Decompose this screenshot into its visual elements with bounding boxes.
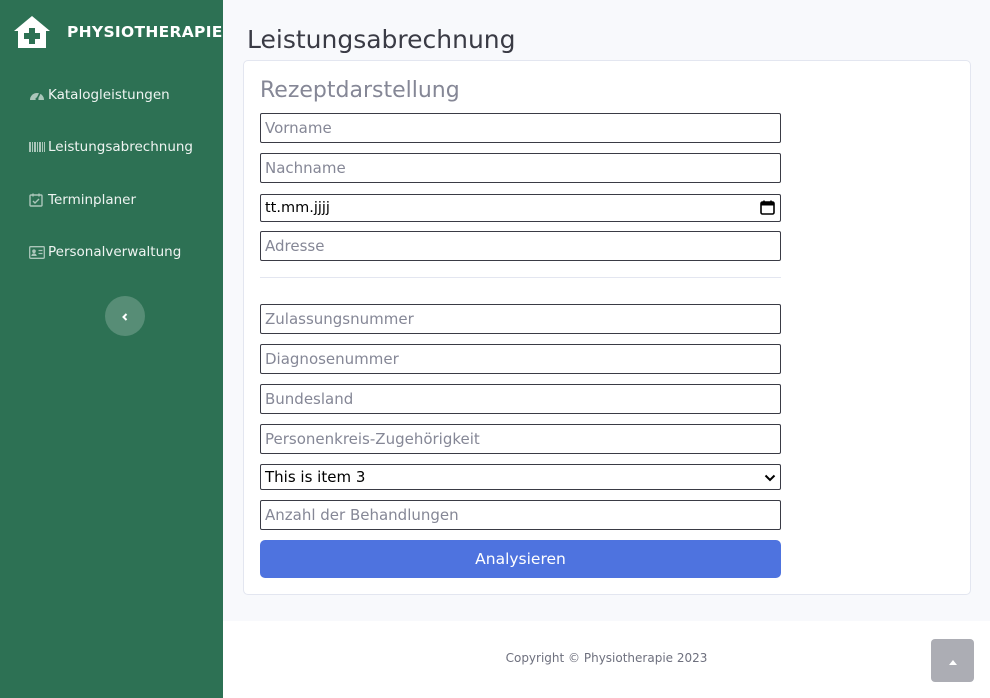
sidebar-item-label: Personalverwaltung [48, 244, 182, 260]
item-select[interactable]: This is item 3 [260, 464, 781, 490]
brand[interactable]: PHYSIOTHERAPIE [12, 14, 223, 50]
nachname-input[interactable] [265, 154, 776, 182]
house-medical-icon [12, 14, 52, 50]
anzahl-field[interactable] [260, 500, 781, 530]
analysieren-button[interactable]: Analysieren [260, 540, 781, 578]
personenkreis-input[interactable] [265, 425, 776, 453]
brand-name: PHYSIOTHERAPIE [67, 23, 223, 41]
id-card-icon [29, 245, 45, 259]
sidebar-item-label: Katalogleistungen [48, 87, 170, 103]
adresse-input[interactable] [265, 232, 776, 260]
footer: Copyright © Physiotherapie 2023 [223, 621, 990, 698]
select-value: This is item 3 [265, 468, 366, 486]
gauge-icon [29, 88, 45, 102]
sidebar-item-label: Terminplaner [48, 192, 137, 208]
card-title: Rezeptdarstellung [260, 78, 460, 103]
date-field[interactable]: tt.mm.jjjj [260, 194, 781, 222]
page-title: Leistungsabrechnung [247, 25, 516, 54]
zulassungsnummer-field[interactable] [260, 304, 781, 334]
chevron-down-icon [764, 468, 776, 486]
vorname-input[interactable] [265, 114, 776, 142]
calendar-icon[interactable] [760, 200, 776, 216]
date-placeholder: tt.mm.jjjj [265, 200, 330, 216]
chevron-left-icon [120, 307, 130, 326]
recipe-card: Rezeptdarstellung tt.mm.jjjj This is ite… [243, 60, 971, 595]
calendar-check-icon [29, 193, 45, 207]
sidebar-item-personalverwaltung[interactable]: Personalverwaltung [29, 244, 181, 260]
vorname-field[interactable] [260, 113, 781, 143]
zulassungsnummer-input[interactable] [265, 305, 776, 333]
sidebar-item-terminplaner[interactable]: Terminplaner [29, 192, 136, 208]
nachname-field[interactable] [260, 153, 781, 183]
copyright-text: Copyright © Physiotherapie 2023 [505, 651, 708, 665]
bundesland-input[interactable] [265, 385, 776, 413]
barcode-icon [29, 140, 45, 154]
personenkreis-field[interactable] [260, 424, 781, 454]
sidebar-item-label: Leistungsabrechnung [48, 139, 193, 155]
sidebar-item-katalogleistungen[interactable]: Katalogleistungen [29, 87, 170, 103]
anzahl-input[interactable] [265, 501, 776, 529]
adresse-field[interactable] [260, 231, 781, 261]
sidebar-item-leistungsabrechnung[interactable]: Leistungsabrechnung [29, 139, 193, 155]
sidebar: PHYSIOTHERAPIE Katalogleistungen Leistun… [0, 0, 223, 698]
diagnosenummer-field[interactable] [260, 344, 781, 374]
sidebar-toggle-button[interactable] [105, 296, 145, 336]
divider [260, 277, 781, 278]
chevron-up-icon [947, 651, 959, 670]
bundesland-field[interactable] [260, 384, 781, 414]
diagnosenummer-input[interactable] [265, 345, 776, 373]
scroll-to-top-button[interactable] [931, 639, 974, 682]
